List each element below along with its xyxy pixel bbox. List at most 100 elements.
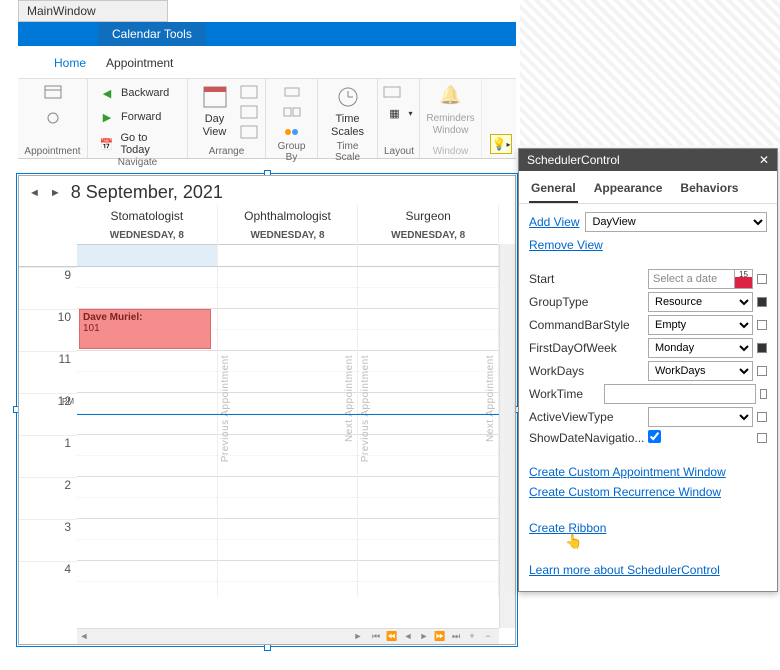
window-title: MainWindow <box>18 0 168 22</box>
create-recur-window-link[interactable]: Create Custom Recurrence Window <box>529 485 721 499</box>
next-date-button[interactable]: ► <box>50 187 61 199</box>
ribbon-tab-appointment[interactable]: Appointment <box>104 52 175 74</box>
time-label: 12PM <box>19 393 77 435</box>
firstday-select[interactable]: Monday <box>648 338 753 358</box>
resource-header: Stomatologist <box>77 205 217 227</box>
activeview-select[interactable] <box>648 407 753 427</box>
ribbon-group-arrange-label: Arrange <box>194 146 259 157</box>
time-label: 3 <box>19 519 77 561</box>
week-view-icon[interactable] <box>239 103 259 121</box>
start-date-input[interactable]: Select a date15 <box>648 269 753 289</box>
allday-cell[interactable] <box>218 245 359 266</box>
grouptype-label: GroupType <box>529 295 644 309</box>
prev-date-button[interactable]: ◄ <box>29 187 40 199</box>
ribbon-group-navigate-label: Navigate <box>94 157 181 168</box>
learn-more-link[interactable]: Learn more about SchedulerControl <box>529 563 720 577</box>
next-appointment-button[interactable]: Next Appointment <box>485 355 496 442</box>
smart-tag-button[interactable]: 💡▸ <box>490 134 512 154</box>
backward-button[interactable]: ◀Backward <box>94 83 172 103</box>
time-column[interactable]: Dave Muriel: 101 <box>77 267 218 597</box>
time-label: 1 <box>19 435 77 477</box>
forward-button[interactable]: ▶Forward <box>94 107 164 127</box>
group-resource-icon[interactable] <box>282 123 302 141</box>
worktime-label: WorkTime <box>529 387 600 401</box>
panel-tab-appearance[interactable]: Appearance <box>592 177 665 203</box>
create-appt-window-link[interactable]: Create Custom Appointment Window <box>529 465 726 479</box>
binding-marker[interactable] <box>757 366 767 376</box>
start-label: Start <box>529 272 644 286</box>
add-view-select[interactable]: DayView <box>585 212 767 232</box>
allday-cell[interactable] <box>358 245 499 266</box>
shownav-label: ShowDateNavigatio... <box>529 431 644 445</box>
activeview-label: ActiveViewType <box>529 410 644 424</box>
current-time-indicator <box>77 414 499 415</box>
allday-cell[interactable] <box>77 245 218 266</box>
binding-marker[interactable] <box>757 320 767 330</box>
time-label: 4 <box>19 561 77 597</box>
calendar-icon[interactable]: 15 <box>734 270 752 288</box>
ribbon-group-window-label: Window <box>426 146 475 157</box>
grouptype-select[interactable]: Resource <box>648 292 753 312</box>
new-recurring-icon[interactable] <box>43 109 63 127</box>
panel-tab-general[interactable]: General <box>529 177 578 203</box>
context-tab-calendar-tools[interactable]: Calendar Tools <box>98 22 206 46</box>
time-label: 2 <box>19 477 77 519</box>
smart-tag-panel: SchedulerControl ✕ General Appearance Be… <box>518 148 778 592</box>
go-to-today-button[interactable]: 📅Go to Today <box>94 131 181 157</box>
layout-drop-button[interactable]: ▦▾ <box>382 103 416 123</box>
horizontal-scrollbar[interactable]: ◄► ⏮⏪◄►⏩⏭+− <box>77 628 499 644</box>
work-week-icon[interactable] <box>239 83 259 101</box>
appointment[interactable]: Dave Muriel: 101 <box>79 309 211 349</box>
group-none-icon[interactable] <box>282 83 302 101</box>
time-scales-button[interactable]: Time Scales <box>324 83 371 141</box>
resource-header: Surgeon <box>358 205 498 227</box>
panel-tab-behaviors[interactable]: Behaviors <box>678 177 740 203</box>
workdays-select[interactable]: WorkDays <box>648 361 753 381</box>
shownav-checkbox[interactable] <box>648 430 661 443</box>
binding-marker[interactable] <box>757 274 767 284</box>
day-header: WEDNESDAY, 8 <box>218 227 358 245</box>
remove-view-link[interactable]: Remove View <box>529 238 603 252</box>
next-appointment-button[interactable]: Next Appointment <box>344 355 355 442</box>
ribbon-group-appointment-label: Appointment <box>24 146 81 157</box>
forward-icon: ▶ <box>97 108 117 126</box>
day-header: WEDNESDAY, 8 <box>358 227 498 245</box>
day-view-button[interactable]: Day View <box>194 83 235 141</box>
add-view-link[interactable]: Add View <box>529 215 579 229</box>
panel-title: SchedulerControl <box>527 153 620 167</box>
resource-header: Ophthalmologist <box>218 205 358 227</box>
vertical-scrollbar[interactable] <box>499 244 515 628</box>
ribbon-group-timescale-label: Time Scale <box>324 141 371 163</box>
time-label: 9 <box>19 267 77 309</box>
create-ribbon-link[interactable]: Create Ribbon <box>529 521 606 535</box>
binding-marker[interactable] <box>757 412 767 422</box>
reminders-window-button[interactable]: 🔔 Reminders Window <box>422 83 478 139</box>
time-scales-icon <box>334 85 362 111</box>
backward-icon: ◀ <box>97 84 117 102</box>
binding-marker[interactable] <box>760 389 767 399</box>
ribbon-tab-home[interactable]: Home <box>52 52 88 74</box>
ribbon-group-layout-label: Layout <box>384 146 413 157</box>
panel-close-button[interactable]: ✕ <box>759 153 769 167</box>
time-column[interactable]: Previous Appointment Next Appointment <box>358 267 499 597</box>
workdays-label: WorkDays <box>529 364 644 378</box>
scheduler-control[interactable]: ◄ ► 8 September, 2021 Stomatologist Opht… <box>18 175 516 645</box>
day-header: WEDNESDAY, 8 <box>77 227 217 245</box>
time-label: 10 <box>19 309 77 351</box>
month-view-icon[interactable] <box>239 123 259 141</box>
binding-marker[interactable] <box>757 433 767 443</box>
resource-navigator[interactable]: ⏮⏪◄►⏩⏭+− <box>365 631 499 643</box>
worktime-input[interactable] <box>604 384 756 404</box>
time-label: 11 <box>19 351 77 393</box>
group-date-icon[interactable] <box>282 103 302 121</box>
layout-icon-1[interactable] <box>382 83 402 101</box>
binding-marker[interactable] <box>757 343 767 353</box>
prev-appointment-button[interactable]: Previous Appointment <box>360 355 371 462</box>
cmdbar-select[interactable]: Empty <box>648 315 753 335</box>
firstday-label: FirstDayOfWeek <box>529 341 644 355</box>
time-column[interactable]: Previous Appointment Next Appointment <box>218 267 359 597</box>
prev-appointment-button[interactable]: Previous Appointment <box>220 355 231 462</box>
day-view-icon <box>201 85 229 111</box>
binding-marker[interactable] <box>757 297 767 307</box>
new-appointment-icon[interactable] <box>43 83 63 101</box>
